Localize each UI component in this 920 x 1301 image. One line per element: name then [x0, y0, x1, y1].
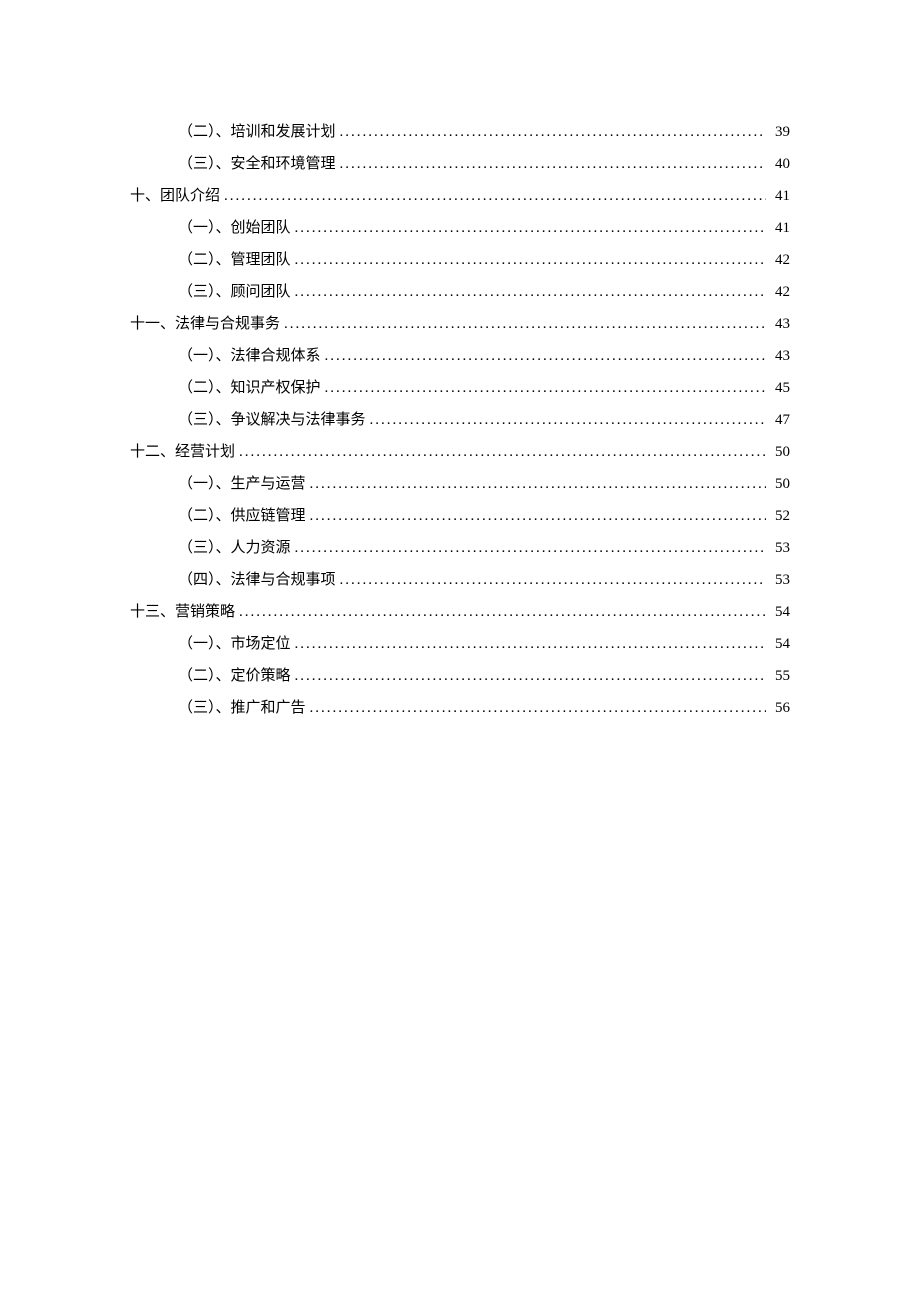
- toc-label: （三）、推广和广告: [178, 696, 306, 720]
- toc-entry: （二）、培训和发展计划 39: [178, 120, 790, 144]
- toc-page: 47: [770, 408, 790, 432]
- toc-leader: [340, 120, 766, 144]
- toc-entry: （二）、管理团队 42: [178, 248, 790, 272]
- toc-entry: （三）、顾问团队 42: [178, 280, 790, 304]
- toc-entry: （一）、创始团队 41: [178, 216, 790, 240]
- toc-leader: [340, 152, 766, 176]
- toc-label: （一）、生产与运营: [178, 472, 306, 496]
- toc-page: 55: [770, 664, 790, 688]
- toc-label: 十三、营销策略: [130, 600, 235, 624]
- toc-leader: [325, 344, 766, 368]
- toc-page: 50: [770, 440, 790, 464]
- toc-page: 42: [770, 280, 790, 304]
- toc-page: 42: [770, 248, 790, 272]
- toc-leader: [239, 600, 766, 624]
- toc-label: （三）、人力资源: [178, 536, 291, 560]
- toc-page: 43: [770, 344, 790, 368]
- toc-label: （一）、法律合规体系: [178, 344, 321, 368]
- toc-entry: 十、团队介绍 41: [130, 184, 790, 208]
- toc-label: （一）、市场定位: [178, 632, 291, 656]
- toc-page: 50: [770, 472, 790, 496]
- toc-entry: （四）、法律与合规事项 53: [178, 568, 790, 592]
- toc-label: （三）、顾问团队: [178, 280, 291, 304]
- toc-page: 41: [770, 216, 790, 240]
- toc-page: 53: [770, 568, 790, 592]
- toc-label: 十、团队介绍: [130, 184, 220, 208]
- toc-leader: [310, 504, 766, 528]
- toc-entry: （一）、市场定位 54: [178, 632, 790, 656]
- toc-leader: [284, 312, 766, 336]
- toc-leader: [325, 376, 766, 400]
- toc-leader: [224, 184, 766, 208]
- toc-entry: （三）、争议解决与法律事务 47: [178, 408, 790, 432]
- toc-entry: （二）、供应链管理 52: [178, 504, 790, 528]
- toc-leader: [295, 664, 766, 688]
- toc-label: （二）、定价策略: [178, 664, 291, 688]
- toc-label: 十一、法律与合规事务: [130, 312, 280, 336]
- toc-entry: （一）、生产与运营 50: [178, 472, 790, 496]
- toc-entry: 十一、法律与合规事务 43: [130, 312, 790, 336]
- toc-label: 十二、经营计划: [130, 440, 235, 464]
- toc-label: （二）、知识产权保护: [178, 376, 321, 400]
- toc-label: （二）、培训和发展计划: [178, 120, 336, 144]
- toc-leader: [295, 248, 766, 272]
- toc-page: 45: [770, 376, 790, 400]
- toc-leader: [295, 632, 766, 656]
- toc-leader: [340, 568, 766, 592]
- toc-label: （二）、供应链管理: [178, 504, 306, 528]
- toc-page: 41: [770, 184, 790, 208]
- toc-label: （三）、安全和环境管理: [178, 152, 336, 176]
- toc-leader: [310, 696, 766, 720]
- toc-entry: （三）、人力资源 53: [178, 536, 790, 560]
- toc-leader: [310, 472, 766, 496]
- table-of-contents: （二）、培训和发展计划 39 （三）、安全和环境管理 40 十、团队介绍 41 …: [130, 120, 790, 720]
- toc-page: 40: [770, 152, 790, 176]
- toc-page: 43: [770, 312, 790, 336]
- toc-leader: [295, 280, 766, 304]
- toc-leader: [239, 440, 766, 464]
- toc-leader: [295, 536, 766, 560]
- toc-page: 56: [770, 696, 790, 720]
- toc-entry: 十二、经营计划 50: [130, 440, 790, 464]
- toc-page: 53: [770, 536, 790, 560]
- toc-entry: （三）、安全和环境管理 40: [178, 152, 790, 176]
- toc-entry: （二）、定价策略 55: [178, 664, 790, 688]
- toc-entry: （二）、知识产权保护 45: [178, 376, 790, 400]
- toc-page: 39: [770, 120, 790, 144]
- toc-entry: （三）、推广和广告 56: [178, 696, 790, 720]
- toc-leader: [370, 408, 766, 432]
- toc-page: 52: [770, 504, 790, 528]
- toc-label: （四）、法律与合规事项: [178, 568, 336, 592]
- toc-page: 54: [770, 632, 790, 656]
- toc-entry: 十三、营销策略 54: [130, 600, 790, 624]
- toc-leader: [295, 216, 766, 240]
- toc-entry: （一）、法律合规体系 43: [178, 344, 790, 368]
- toc-label: （一）、创始团队: [178, 216, 291, 240]
- toc-label: （三）、争议解决与法律事务: [178, 408, 366, 432]
- toc-page: 54: [770, 600, 790, 624]
- toc-label: （二）、管理团队: [178, 248, 291, 272]
